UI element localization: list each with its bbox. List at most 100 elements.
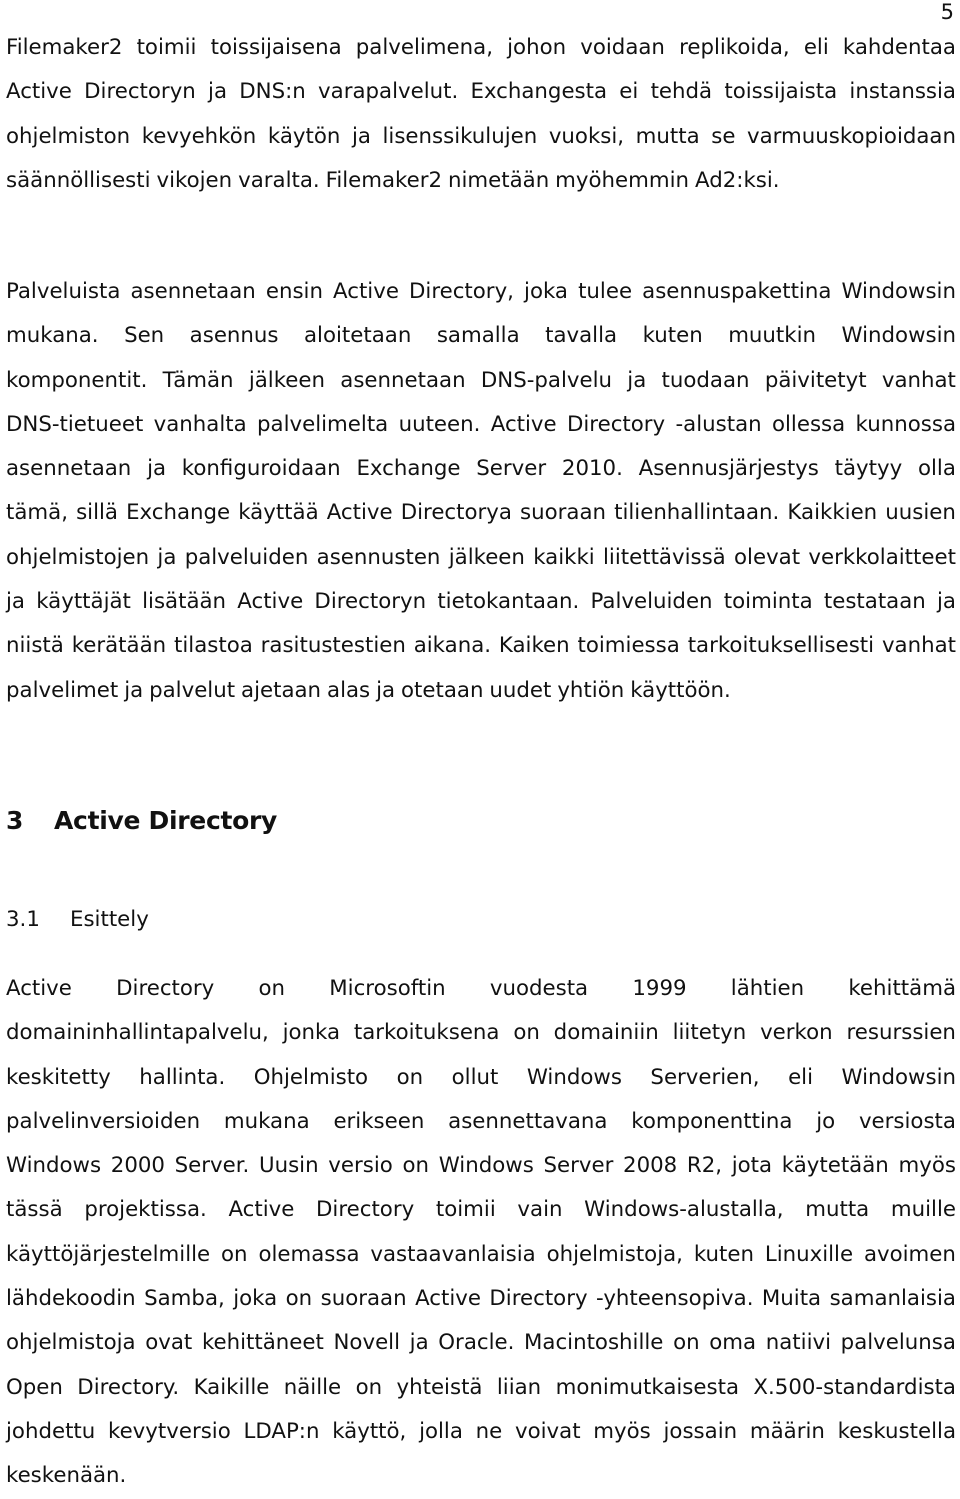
word: Directoryn [84, 79, 196, 105]
word: rasitustestien [260, 633, 406, 659]
word: myös [593, 1418, 651, 1444]
text-line: tämä, sillä Exchange käyttää Active Directory… [6, 491, 956, 535]
word: liitettävissä [603, 544, 726, 570]
word: vain [517, 1197, 563, 1223]
word: toimii [136, 35, 197, 60]
word: liitetyn [672, 1020, 747, 1046]
word: tämä, [6, 500, 68, 526]
word: tuodaan [661, 367, 750, 393]
word: Windows [6, 1153, 102, 1179]
word: toissijaista [724, 79, 838, 105]
word: tehdä [650, 79, 713, 105]
text-line: DNS-tietueet vanhalta palvelimelta uuteen. A… [6, 403, 956, 447]
word: asennetaan [340, 367, 466, 393]
word: vastaavanlaisia [370, 1241, 536, 1267]
word: Serverien, [650, 1064, 760, 1090]
word: Ad2:ksi. [695, 167, 780, 193]
word: myös [898, 1153, 956, 1179]
word: 2010. [561, 456, 623, 482]
word: komponentit. [6, 367, 148, 393]
word: kunnossa [855, 411, 956, 437]
word: eli [803, 35, 829, 60]
word: kuten [642, 323, 703, 349]
page-number: 5 [940, 0, 954, 24]
word: LDAP:n [243, 1418, 320, 1444]
word: varmuuskopioidaan [747, 123, 956, 149]
word: resurssien [846, 1020, 956, 1046]
word: se [711, 123, 736, 149]
word: on [396, 1064, 424, 1090]
word: Active [326, 500, 393, 526]
word: kevyehkön [141, 123, 257, 149]
word: ja [124, 677, 144, 703]
word: Tämän [162, 367, 234, 393]
word: vanhat [881, 633, 956, 659]
subsection-heading: 3.1 Esittely [6, 900, 149, 940]
word: käyttöjärjestelmille [6, 1241, 211, 1267]
word: ja [147, 456, 167, 482]
word: palvelut [149, 677, 236, 703]
word: Exchange [126, 500, 231, 526]
word: oma [709, 1330, 757, 1356]
text-line: mukana. Sen asennus aloitetaan samalla tavall… [6, 314, 956, 358]
word: määrin [749, 1418, 825, 1444]
word: komponenttina [631, 1108, 793, 1134]
word: on [221, 1241, 248, 1267]
word: avoimen [863, 1241, 956, 1267]
word: ja [157, 544, 177, 570]
text-line: lähdekoodin Samba, joka on suoraan Active Dire… [6, 1277, 956, 1321]
word: Active [490, 411, 557, 437]
word: samanlaisia [829, 1286, 956, 1312]
word: Kaikille [193, 1374, 270, 1400]
word: kehittämä [848, 976, 956, 1001]
word: ohjelmiston [6, 123, 131, 149]
word: kerätään [71, 633, 167, 659]
word: käytön [267, 123, 341, 149]
word: Kaikkien [787, 500, 878, 526]
word: 1999 [632, 976, 687, 1001]
word: Active [6, 79, 72, 105]
word: Windowsin [841, 279, 956, 304]
word: käytetään [781, 1153, 889, 1179]
word: palveluiden [184, 544, 309, 570]
text-line: asennetaan ja konfiguroidaan Exchange Server… [6, 447, 956, 491]
word: voidaan [580, 35, 665, 60]
word: asennetaan [130, 279, 256, 304]
word: ohjelmistoja, [546, 1241, 683, 1267]
word: DNS:n [239, 79, 306, 105]
word: ja [937, 589, 956, 615]
word: projektissa. [84, 1197, 207, 1223]
word: ja [627, 367, 647, 393]
word: lähtien [730, 976, 805, 1001]
word: on [258, 976, 286, 1001]
word: yhteistä [396, 1374, 483, 1400]
word: Directory [566, 411, 666, 437]
word: muutkin [728, 323, 817, 349]
text-line: ohjelmiston kevyehkön käytön ja lisenssikulu… [6, 115, 956, 159]
word: keskenään. [6, 1463, 127, 1489]
word: Active [237, 589, 304, 615]
word: vanhat [881, 367, 956, 393]
word: johon [507, 35, 567, 60]
word: Exchangesta [470, 79, 608, 105]
word: yhtiön [557, 677, 625, 703]
word: Filemaker2 [6, 35, 123, 60]
paragraph-filemaker2: Filemaker2 toimii toissijaisena palvelimena… [6, 26, 956, 203]
word: testataan [823, 589, 926, 615]
text-line: palvelinversioiden mukana erikseen asennett… [6, 1100, 956, 1144]
word: suoraan [320, 1286, 407, 1312]
word: verkkolaitteet [808, 544, 956, 570]
word: Windows-alustalla, [584, 1197, 784, 1223]
word: vuodesta [489, 976, 589, 1001]
word: Ohjelmisto [253, 1064, 369, 1090]
subsection-title: Esittely [70, 907, 149, 932]
word: kehittäneet [201, 1330, 324, 1356]
word: ne [475, 1418, 503, 1444]
word: ja [409, 1330, 429, 1356]
word: palvelunsa [840, 1330, 956, 1356]
text-line: johdettu kevytversio LDAP:n käyttö, jolla ne v… [6, 1410, 956, 1454]
word: mutta [805, 1197, 870, 1223]
word: Sen [124, 323, 165, 349]
word: Active [333, 279, 399, 304]
text-line: käyttöjärjestelmille on olemassa vastaavanl… [6, 1233, 956, 1277]
